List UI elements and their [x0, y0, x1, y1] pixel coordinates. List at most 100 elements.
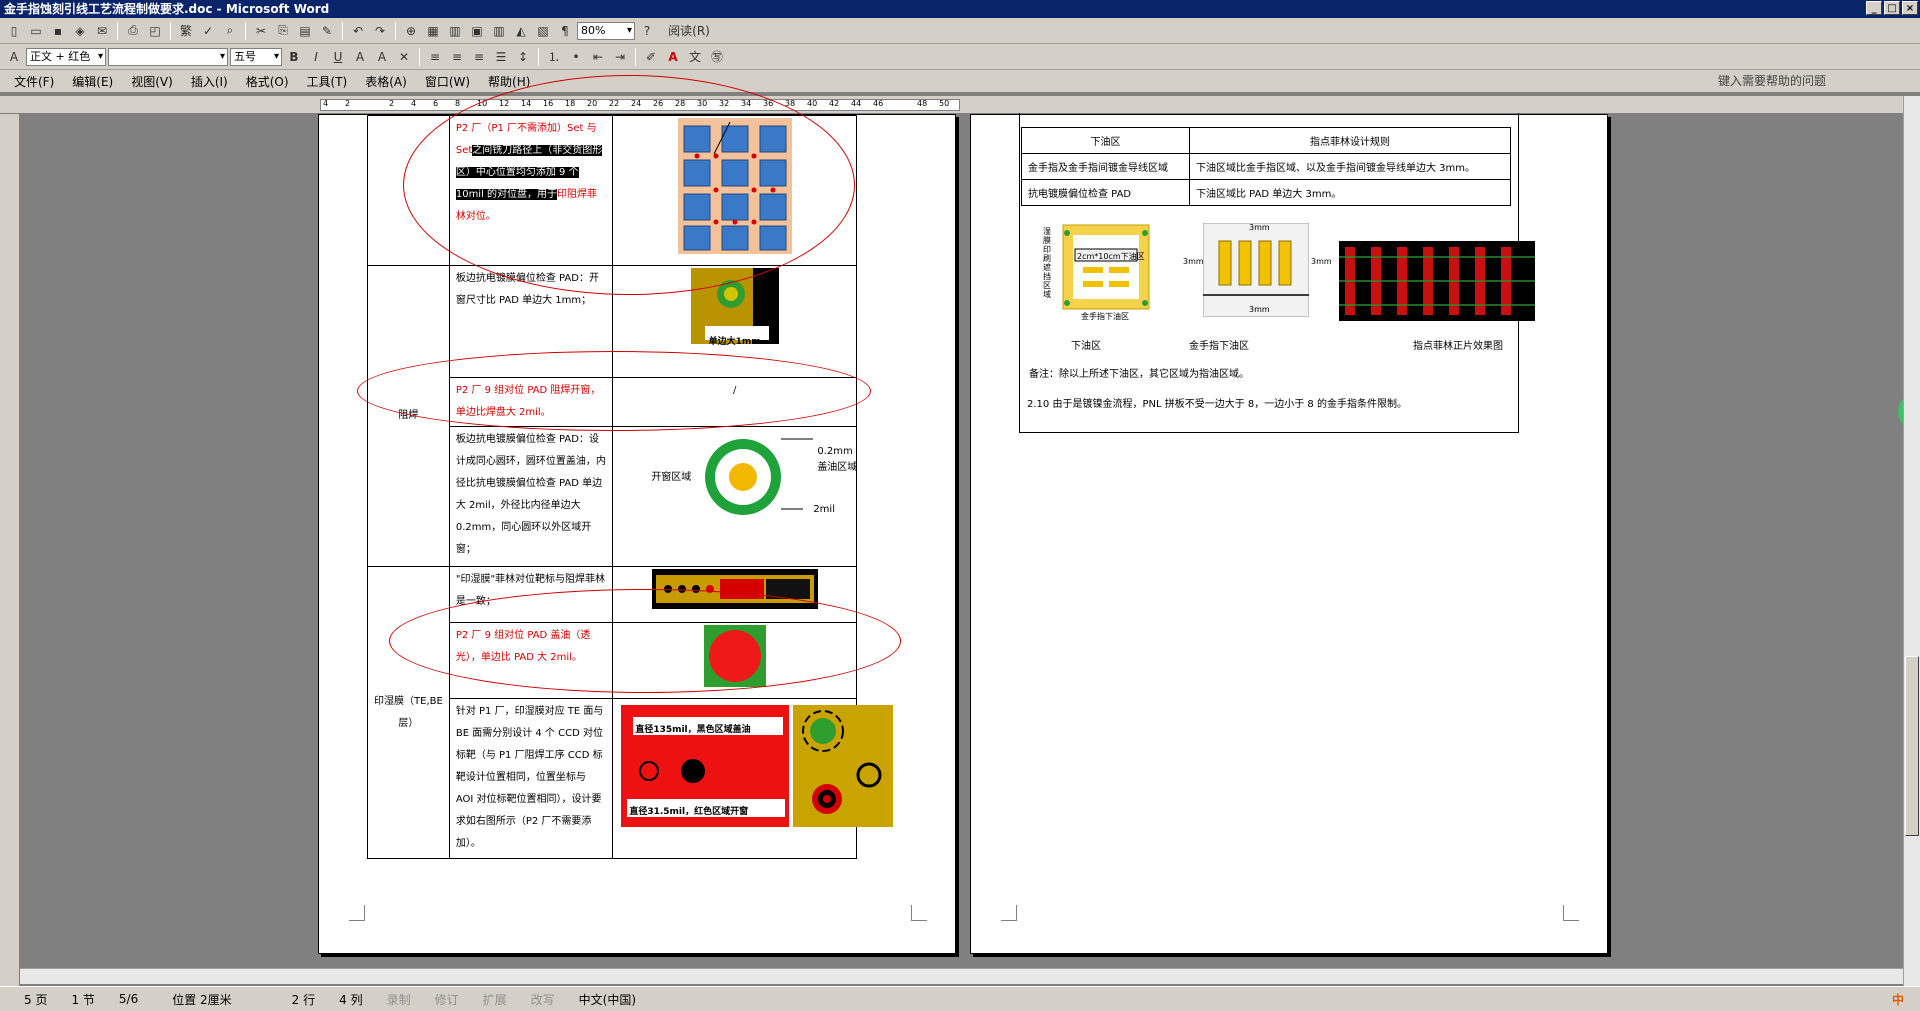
- maximize-button[interactable]: □: [1884, 1, 1900, 15]
- hyperlink-icon[interactable]: ⊕: [401, 21, 421, 41]
- drawing-icon[interactable]: ◭: [511, 21, 531, 41]
- status-trk[interactable]: 修订: [435, 991, 459, 1008]
- zoom-select[interactable]: 80%: [577, 21, 635, 40]
- format-painter-icon[interactable]: ✎: [317, 21, 337, 41]
- spelling-icon[interactable]: ✓: [198, 21, 218, 41]
- close-button[interactable]: ×: [1902, 1, 1918, 15]
- line-spacing-icon[interactable]: ↕: [513, 47, 533, 67]
- align-center-icon[interactable]: ≡: [447, 47, 467, 67]
- align-justify-icon[interactable]: ≡: [425, 47, 445, 67]
- ruler-number: 6: [433, 99, 439, 108]
- print-preview-icon[interactable]: ◰: [145, 21, 165, 41]
- enclose-character-icon[interactable]: ㊢: [707, 47, 727, 67]
- new-document-icon[interactable]: ▯: [4, 21, 24, 41]
- redo-icon[interactable]: ↷: [370, 21, 390, 41]
- ruler-numbers: 4 2 2 4 6 8 10 12 14 16 18 20 22 24 26 28 30 32 34 36 38 40 42…: [321, 99, 961, 112]
- row2-label: 阻焊: [398, 410, 419, 421]
- corner-mark: [1001, 905, 1017, 921]
- underline-button[interactable]: U: [328, 47, 348, 67]
- font-color-button[interactable]: A: [663, 47, 683, 67]
- align-right-icon[interactable]: ≡: [469, 47, 489, 67]
- table-row: 阻焊 板边抗电镀膜偏位检查 PAD：开窗尺寸比 PAD 单边大 1mm； 单边大…: [367, 265, 857, 567]
- table-row: 下油区 指点菲林设计规则: [1021, 127, 1511, 154]
- bullets-icon[interactable]: •: [566, 47, 586, 67]
- insert-excel-icon[interactable]: ▣: [467, 21, 487, 41]
- styles-icon[interactable]: A: [4, 47, 24, 67]
- menu-window[interactable]: 窗口(W): [425, 73, 470, 90]
- menu-tools[interactable]: 工具(T): [307, 73, 348, 90]
- show-hide-icon[interactable]: ¶: [555, 21, 575, 41]
- read-label: 阅读(R): [668, 24, 710, 38]
- menu-format[interactable]: 格式(O): [246, 73, 289, 90]
- status-position: 位置 2厘米: [172, 992, 232, 1007]
- email-icon[interactable]: ✉: [92, 21, 112, 41]
- open-area-label: 开窗区域: [651, 472, 692, 483]
- scroll-thumb[interactable]: [1905, 656, 1919, 836]
- decrease-indent-icon[interactable]: ⇤: [588, 47, 608, 67]
- traditional-chinese-icon[interactable]: 繁: [176, 21, 196, 41]
- research-icon[interactable]: ⌕: [220, 21, 240, 41]
- paste-icon[interactable]: ▤: [295, 21, 315, 41]
- title-bar: 金手指蚀刻引线工艺流程制做要求.doc - Microsoft Word _ □…: [0, 0, 1920, 18]
- numbering-icon[interactable]: ⒈: [544, 47, 564, 67]
- phonetic-guide-icon[interactable]: 文: [685, 47, 705, 67]
- horizontal-scrollbar[interactable]: [20, 968, 1903, 984]
- character-shading-button[interactable]: A: [372, 47, 392, 67]
- italic-button[interactable]: I: [306, 47, 326, 67]
- menu-view[interactable]: 视图(V): [131, 73, 173, 90]
- copy-icon[interactable]: ⎘: [273, 21, 293, 41]
- toolbar-separator: [395, 21, 396, 40]
- cut-icon[interactable]: ✂: [251, 21, 271, 41]
- read-button[interactable]: 阅读(R): [659, 21, 719, 41]
- table-cell: 直径135mil，黑色区域盖油 直径31.5mil，红色区域开窗: [612, 698, 894, 859]
- status-ovr[interactable]: 改写: [531, 991, 555, 1008]
- font-select[interactable]: [108, 47, 228, 66]
- distribute-icon[interactable]: ☰: [491, 47, 511, 67]
- menu-table[interactable]: 表格(A): [365, 73, 407, 90]
- horizontal-ruler[interactable]: 4 2 2 4 6 8 10 12 14 16 18 20 22 24 26 28 30 32 34 36 38 40 42…: [0, 96, 1920, 114]
- row2b-figure-text: /: [732, 385, 737, 396]
- status-ext[interactable]: 扩展: [483, 991, 507, 1008]
- menu-edit[interactable]: 编辑(E): [72, 73, 113, 90]
- status-col: 4 列: [339, 992, 363, 1007]
- caption-oil-area: 下油区: [1071, 341, 1101, 352]
- tables-borders-icon[interactable]: ▦: [423, 21, 443, 41]
- font-size-select[interactable]: 五号: [230, 47, 282, 66]
- document-map-icon[interactable]: ▧: [533, 21, 553, 41]
- status-rec[interactable]: 录制: [387, 991, 411, 1008]
- toolbar-separator: [170, 21, 171, 40]
- open-folder-icon[interactable]: ▭: [26, 21, 46, 41]
- document-page-right[interactable]: 下油区 指点菲林设计规则 金手指及金手指间镀金导线区域 下油区域比金手指区域、以…: [970, 113, 1608, 954]
- document-page-left[interactable]: P2 厂（P1 厂不需添加）Set 与 Set之间铣刀路径上（非交货图形区）中心…: [318, 75, 956, 954]
- row2a-text: 板边抗电镀膜偏位检查 PAD：开窗尺寸比 PAD 单边大 1mm；: [455, 273, 599, 306]
- pad-check-label: 单边大1mm: [708, 337, 761, 347]
- increase-indent-icon[interactable]: ⇥: [610, 47, 630, 67]
- ime-indicator[interactable]: 中: [1892, 991, 1904, 1008]
- minimize-button[interactable]: _: [1866, 1, 1882, 15]
- insert-table-icon[interactable]: ▥: [445, 21, 465, 41]
- row6-text: 针对 P1 厂，印湿膜对应 TE 面与 BE 面需分别设计 4 个 CCD 对位…: [455, 706, 604, 849]
- menu-file[interactable]: 文件(F): [14, 73, 54, 90]
- menu-bar: 文件(F) 编辑(E) 视图(V) 插入(I) 格式(O) 工具(T) 表格(A…: [0, 70, 1920, 92]
- ruler-number: 2: [389, 99, 395, 108]
- menu-help[interactable]: 帮助(H): [488, 73, 530, 90]
- vertical-scrollbar[interactable]: [1903, 96, 1920, 986]
- columns-icon[interactable]: ▥: [489, 21, 509, 41]
- help-question-input[interactable]: 键入需要帮助的问题: [1718, 72, 1908, 90]
- character-border-button[interactable]: A: [350, 47, 370, 67]
- save-icon[interactable]: ▪: [48, 21, 68, 41]
- permission-icon[interactable]: ◈: [70, 21, 90, 41]
- print-icon[interactable]: ⎙: [123, 21, 143, 41]
- table-cell: [612, 622, 857, 699]
- highlight-icon[interactable]: ✐: [641, 47, 661, 67]
- vertical-ruler[interactable]: [0, 114, 20, 986]
- bold-button[interactable]: B: [284, 47, 304, 67]
- standard-toolbar: ▯ ▭ ▪ ◈ ✉ ⎙ ◰ 繁 ✓ ⌕ ✂ ⎘ ▤ ✎ ↶ ↷ ⊕ ▦ ▥ ▣ …: [0, 18, 1920, 44]
- menu-insert[interactable]: 插入(I): [191, 73, 228, 90]
- undo-icon[interactable]: ↶: [348, 21, 368, 41]
- style-select[interactable]: 正文 + 红色: [26, 47, 106, 66]
- help-icon[interactable]: ?: [637, 21, 657, 41]
- status-section: 1 节: [71, 992, 95, 1007]
- table-cell: 单边大1mm: [612, 265, 857, 378]
- character-scale-icon[interactable]: ✕: [394, 47, 414, 67]
